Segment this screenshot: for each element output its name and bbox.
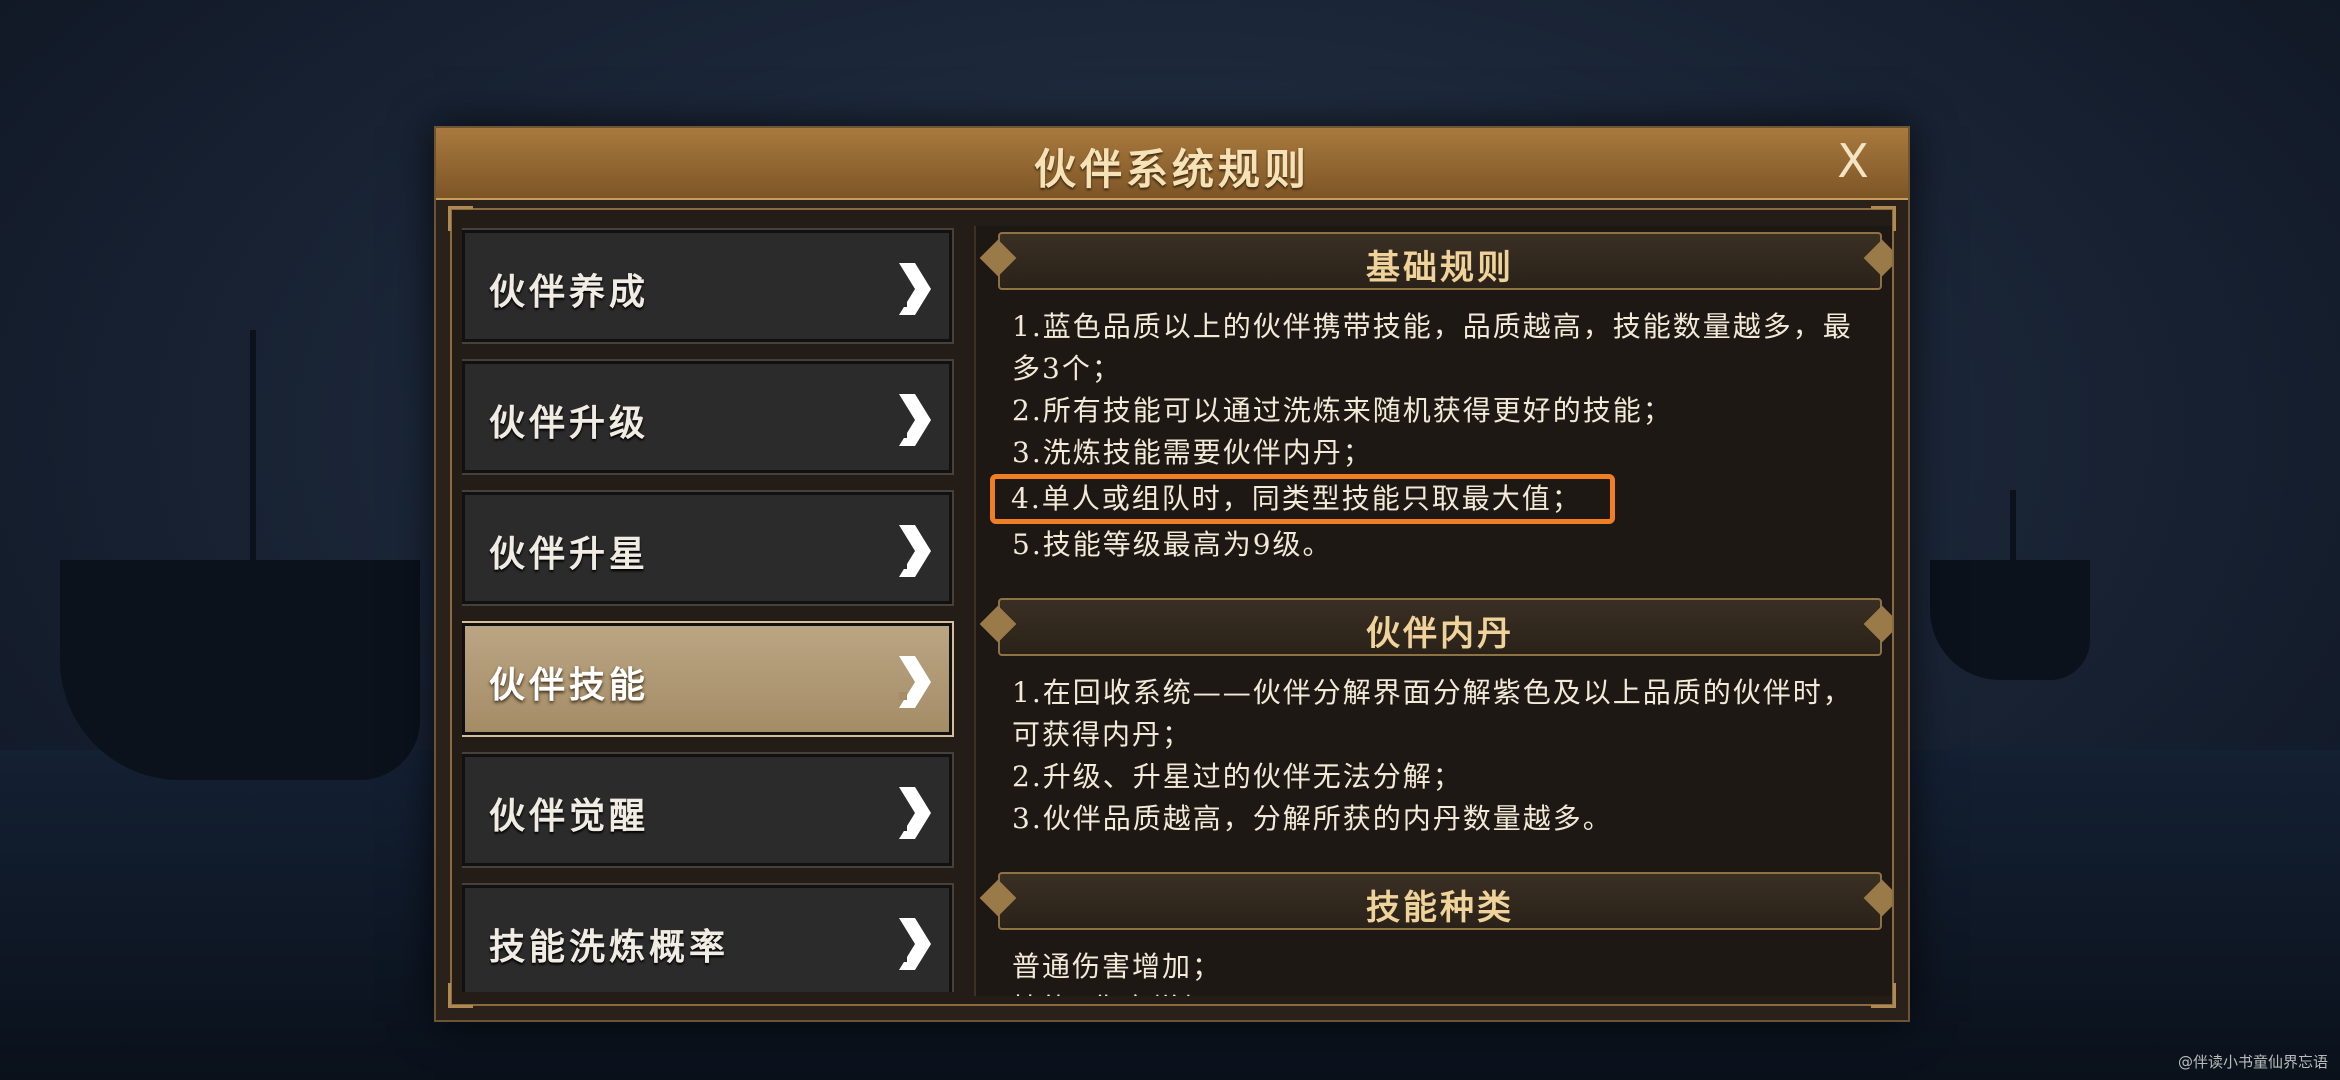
sidebar-tabs: 伙伴养成 伙伴升级 伙伴升星 伙伴技能 伙伴觉醒 技能洗炼概率 bbox=[462, 228, 956, 992]
tab-label: 伙伴觉醒 bbox=[489, 795, 650, 837]
rule-line: 1.在回收系统——伙伴分解界面分解紫色及以上品质的伙伴时，可获得内丹； bbox=[1012, 676, 1853, 751]
tab-label: 伙伴升级 bbox=[489, 402, 650, 444]
tab-label: 伙伴养成 bbox=[489, 271, 650, 313]
rule-line: 5.技能等级最高为9级。 bbox=[1012, 528, 1333, 561]
rule-line: 普通伤害增加； bbox=[1012, 950, 1223, 983]
ship-mast-right bbox=[2010, 490, 2016, 580]
section-title: 技能种类 bbox=[1366, 888, 1514, 928]
chevron-right-icon bbox=[899, 656, 931, 708]
rule-line: 3.伙伴品质越高，分解所获的内丹数量越多。 bbox=[1012, 802, 1613, 835]
close-button[interactable]: X bbox=[1828, 136, 1878, 186]
tab-label: 技能洗炼概率 bbox=[489, 926, 730, 968]
chevron-right-icon bbox=[899, 394, 931, 446]
rule-line: 3.洗炼技能需要伙伴内丹； bbox=[1012, 436, 1373, 469]
tab-label: 伙伴升星 bbox=[489, 533, 650, 575]
tab-skill-refine-probability[interactable]: 技能洗炼概率 bbox=[462, 883, 954, 992]
tab-label: 伙伴技能 bbox=[489, 664, 650, 706]
tab-partner-awakening[interactable]: 伙伴觉醒 bbox=[462, 752, 954, 868]
chevron-right-icon bbox=[899, 787, 931, 839]
partner-rules-dialog: 伙伴系统规则 X 伙伴养成 伙伴升级 伙伴升星 伙伴技能 伙伴觉醒 技能洗炼概率… bbox=[434, 126, 1910, 1022]
partner-core-rules-list: 1.在回收系统——伙伴分解界面分解紫色及以上品质的伙伴时，可获得内丹； 2.升级… bbox=[1012, 672, 1872, 840]
chevron-right-icon bbox=[899, 525, 931, 577]
dialog-title-bar: 伙伴系统规则 X bbox=[436, 128, 1908, 200]
skill-types-list: 普通伤害增加； 技能1伤害增加； bbox=[1012, 946, 1872, 996]
rules-content[interactable]: 基础规则 1.蓝色品质以上的伙伴携带技能，品质越高，技能数量越多，最多3个； 2… bbox=[974, 226, 1892, 996]
tab-partner-star-up[interactable]: 伙伴升星 bbox=[462, 490, 954, 606]
basic-rules-list: 1.蓝色品质以上的伙伴携带技能，品质越高，技能数量越多，最多3个； 2.所有技能… bbox=[990, 306, 1872, 566]
tab-partner-cultivation[interactable]: 伙伴养成 bbox=[462, 228, 954, 344]
section-title: 伙伴内丹 bbox=[1366, 614, 1514, 654]
watermark: @伴读小书童仙界忘语 bbox=[2177, 1053, 2328, 1071]
section-header-basic-rules: 基础规则 bbox=[998, 232, 1882, 290]
highlighted-rule-line: 4.单人或组队时，同类型技能只取最大值； bbox=[990, 474, 1615, 524]
chevron-right-icon bbox=[899, 918, 931, 970]
ship-silhouette-left bbox=[60, 560, 420, 780]
rule-line: 2.所有技能可以通过洗炼来随机获得更好的技能； bbox=[1012, 394, 1673, 427]
tab-partner-skills[interactable]: 伙伴技能 bbox=[462, 621, 954, 737]
dialog-body: 伙伴养成 伙伴升级 伙伴升星 伙伴技能 伙伴觉醒 技能洗炼概率 基础规则 1.蓝… bbox=[448, 206, 1896, 1008]
rule-line: 2.升级、升星过的伙伴无法分解； bbox=[1012, 760, 1463, 793]
tab-partner-upgrade[interactable]: 伙伴升级 bbox=[462, 359, 954, 475]
dialog-title: 伙伴系统规则 bbox=[1033, 145, 1310, 194]
section-title: 基础规则 bbox=[1366, 248, 1514, 288]
rule-line: 1.蓝色品质以上的伙伴携带技能，品质越高，技能数量越多，最多3个； bbox=[1012, 310, 1853, 385]
section-header-skill-types: 技能种类 bbox=[998, 872, 1882, 930]
section-header-partner-core: 伙伴内丹 bbox=[998, 598, 1882, 656]
close-icon: X bbox=[1837, 134, 1869, 188]
ship-mast-left bbox=[250, 330, 256, 590]
chevron-right-icon bbox=[899, 263, 931, 315]
rule-line: 技能1伤害增加； bbox=[1012, 988, 1872, 996]
